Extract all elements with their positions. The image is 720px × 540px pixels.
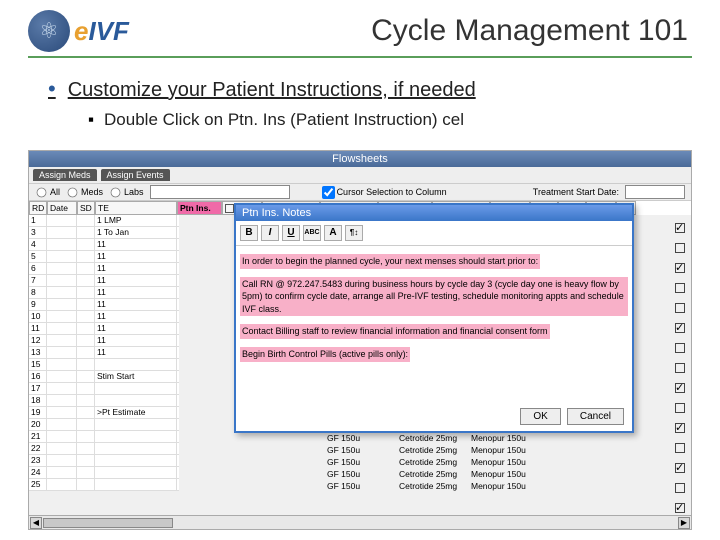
table-row[interactable]: 1111 (29, 323, 179, 335)
scroll-thumb[interactable] (43, 518, 173, 528)
table-row[interactable]: 611 (29, 263, 179, 275)
table-row[interactable]: 31 To Jan (29, 227, 179, 239)
row-check[interactable] (675, 343, 685, 353)
radio-labs[interactable] (111, 187, 121, 197)
cancel-button[interactable]: Cancel (567, 408, 624, 425)
treatment-date-field[interactable] (625, 185, 685, 199)
column-ptn-ins[interactable]: Ptn Ins. (177, 201, 222, 215)
row-check[interactable] (675, 263, 685, 273)
spellcheck-button[interactable]: ABC (303, 225, 321, 241)
flowsheets-window: Flowsheets Assign Meds Assign Events All… (28, 150, 692, 530)
row-check[interactable] (675, 403, 685, 413)
window-title: Flowsheets (29, 151, 691, 167)
scroll-right-icon[interactable]: ▶ (678, 517, 690, 529)
row-check[interactable] (675, 503, 685, 513)
tabs-row: Assign Meds Assign Events (29, 167, 691, 183)
line-spacing-button[interactable]: ¶↕ (345, 225, 363, 241)
table-row[interactable]: 15 (29, 359, 179, 371)
popup-body[interactable]: In order to begin the planned cycle, you… (236, 246, 632, 370)
radio-meds[interactable] (68, 187, 78, 197)
filter-row: All Meds Labs Cursor Selection to Column… (29, 183, 691, 201)
med-rows: GF 150uCetrotide 25mgMenopur 150uGF 150u… (179, 433, 535, 493)
row-check[interactable] (675, 463, 685, 473)
tab-assign-meds[interactable]: Assign Meds (33, 169, 97, 181)
table-row[interactable]: 24 (29, 467, 179, 479)
med-row: GF 150uCetrotide 25mgMenopur 150u (179, 481, 535, 493)
ptn-ins-notes-popup: Ptn Ins. Notes B I U ABC A ¶↕ In order t… (234, 203, 634, 433)
table-row[interactable]: 11 LMP (29, 215, 179, 227)
logo-badge-icon: ⚛ (28, 10, 70, 52)
font-color-button[interactable]: A (324, 225, 342, 241)
row-check[interactable] (675, 323, 685, 333)
filter-combo[interactable] (150, 185, 290, 199)
med-row: GF 150uCetrotide 25mgMenopur 150u (179, 469, 535, 481)
row-check[interactable] (675, 303, 685, 313)
med-row: GF 150uCetrotide 25mgMenopur 150u (179, 457, 535, 469)
row-check[interactable] (675, 423, 685, 433)
logo: ⚛ eIVF (28, 10, 129, 52)
h-scrollbar[interactable]: ◀ ▶ (29, 515, 691, 529)
right-checkbox-column (675, 223, 685, 513)
table-row[interactable]: 711 (29, 275, 179, 287)
bullet-sub: Double Click on Ptn. Ins (Patient Instru… (88, 110, 692, 130)
table-row[interactable]: 25 (29, 479, 179, 491)
table-row[interactable]: 21 (29, 431, 179, 443)
underline-button[interactable]: U (282, 225, 300, 241)
bold-button[interactable]: B (240, 225, 258, 241)
cursor-checkbox[interactable] (322, 186, 335, 199)
note-line-3: Contact Billing staff to review financia… (240, 324, 550, 339)
row-check[interactable] (675, 483, 685, 493)
table-row[interactable]: 18 (29, 395, 179, 407)
table-row[interactable]: 1011 (29, 311, 179, 323)
table-row[interactable]: 811 (29, 287, 179, 299)
slide-title: Cycle Management 101 (129, 14, 692, 48)
row-check[interactable] (675, 363, 685, 373)
note-line-4: Begin Birth Control Pills (active pills … (240, 347, 410, 362)
radio-all[interactable] (37, 187, 47, 197)
table-row[interactable]: 511 (29, 251, 179, 263)
ok-button[interactable]: OK (520, 408, 560, 425)
row-check[interactable] (675, 443, 685, 453)
logo-text: eIVF (74, 16, 129, 47)
table-row[interactable]: 22 (29, 443, 179, 455)
table-row[interactable]: 911 (29, 299, 179, 311)
table-row[interactable]: 19 >Pt Estimate (29, 407, 179, 419)
popup-toolbar: B I U ABC A ¶↕ (236, 221, 632, 246)
bullet-main: Customize your Patient Instructions, if … (48, 76, 692, 102)
table-row[interactable]: 20 (29, 419, 179, 431)
note-line-2: Call RN @ 972.247.5483 during business h… (240, 277, 628, 317)
table-row[interactable]: 1311 (29, 347, 179, 359)
treatment-date-label: Treatment Start Date: (533, 187, 619, 197)
table-row[interactable]: 16 Stim Start (29, 371, 179, 383)
med-row: GF 150uCetrotide 25mgMenopur 150u (179, 445, 535, 457)
table-row[interactable]: 1211 (29, 335, 179, 347)
table-row[interactable]: 17 (29, 383, 179, 395)
slide-header: ⚛ eIVF Cycle Management 101 (28, 10, 692, 58)
italic-button[interactable]: I (261, 225, 279, 241)
popup-title: Ptn Ins. Notes (236, 205, 632, 221)
table-row[interactable]: 411 (29, 239, 179, 251)
scroll-left-icon[interactable]: ◀ (30, 517, 42, 529)
row-check[interactable] (675, 243, 685, 253)
row-check[interactable] (675, 283, 685, 293)
row-check[interactable] (675, 383, 685, 393)
table-row[interactable]: 23 (29, 455, 179, 467)
note-line-1: In order to begin the planned cycle, you… (240, 254, 540, 269)
tab-assign-events[interactable]: Assign Events (101, 169, 170, 181)
grid-left-rows: 11 LMP31 To Jan4115116117118119111011111… (29, 215, 179, 491)
med-row: GF 150uCetrotide 25mgMenopur 150u (179, 433, 535, 445)
row-check[interactable] (675, 223, 685, 233)
